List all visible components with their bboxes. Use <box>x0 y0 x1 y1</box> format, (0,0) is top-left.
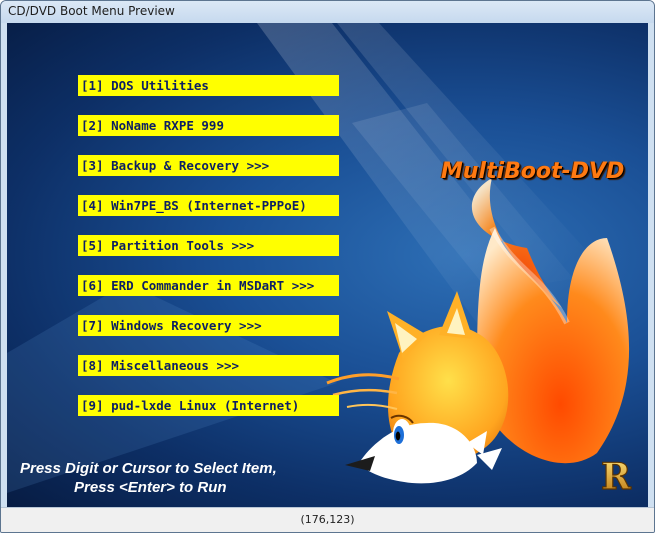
r-logo-letter: R <box>601 456 632 496</box>
menu-item-4[interactable]: [4] Win7PE_BS (Internet-PPPoE) <box>78 195 339 216</box>
status-bar: (176,123) <box>1 507 654 532</box>
instruction-line-1: Press Digit or Cursor to Select Item, <box>20 460 277 477</box>
title-bar[interactable]: CD/DVD Boot Menu Preview <box>1 1 654 23</box>
menu-item-2[interactable]: [2] NoName RXPE 999 <box>78 115 339 136</box>
boot-menu-canvas[interactable]: [1] DOS Utilities [2] NoName RXPE 999 [3… <box>7 23 648 507</box>
cursor-coordinates: (176,123) <box>300 513 355 526</box>
window-title: CD/DVD Boot Menu Preview <box>8 4 175 18</box>
instruction-line-2: Press <Enter> to Run <box>74 479 227 496</box>
menu-item-5[interactable]: [5] Partition Tools >>> <box>78 235 339 256</box>
menu-item-9[interactable]: [9] pud-lxde Linux (Internet) <box>78 395 339 416</box>
boot-menu-window: CD/DVD Boot Menu Preview [1] DOS Utiliti… <box>0 0 655 533</box>
menu-item-8[interactable]: [8] Miscellaneous >>> <box>78 355 339 376</box>
menu-item-1[interactable]: [1] DOS Utilities <box>78 75 339 96</box>
brand-title: MultiBoot-DVD <box>441 159 625 184</box>
menu-item-7[interactable]: [7] Windows Recovery >>> <box>78 315 339 336</box>
menu-item-6[interactable]: [6] ERD Commander in MSDaRT >>> <box>78 275 339 296</box>
menu-item-3[interactable]: [3] Backup & Recovery >>> <box>78 155 339 176</box>
r-logo-icon: R <box>600 456 632 496</box>
